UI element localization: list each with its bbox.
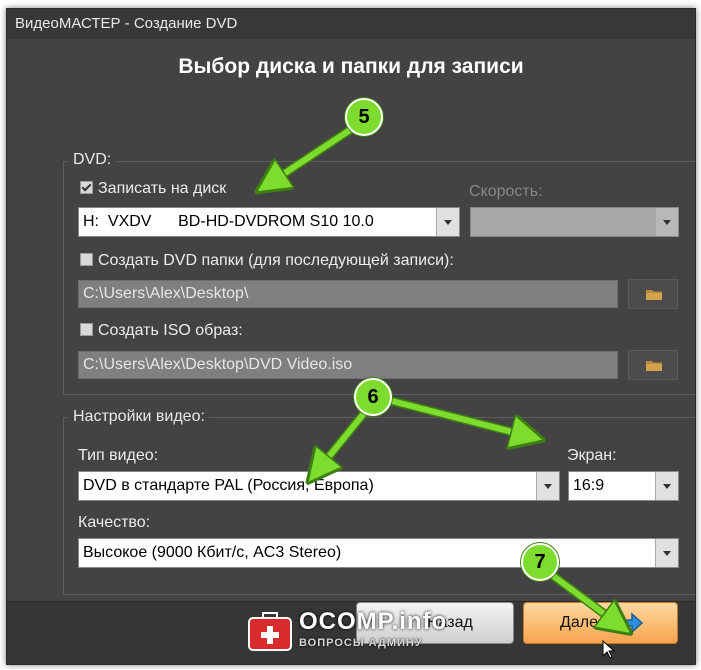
- iso-image-label: Создать ISO образ:: [98, 322, 243, 339]
- quality-value: Высокое (9000 Кбит/с, AC3 Stereo): [83, 544, 342, 561]
- screen-value: 16:9: [573, 477, 605, 494]
- annotation-badge-7: 7: [521, 543, 559, 581]
- chevron-down-icon[interactable]: [655, 472, 678, 500]
- screen-select[interactable]: 16:9: [568, 471, 679, 501]
- medical-cross-icon: [248, 612, 292, 651]
- folder-icon: [646, 290, 662, 300]
- dvd-group-label: DVD:: [69, 151, 116, 169]
- quality-label: Качество:: [78, 514, 151, 531]
- drive-select-value: H: VXDV BD-HD-DVDROM S10 10.0: [83, 213, 374, 230]
- window-title: ВидеоМАСТЕР - Создание DVD: [7, 9, 695, 39]
- next-button-label: Далее: [560, 614, 607, 631]
- arrow-right-icon: [617, 612, 644, 634]
- speed-select[interactable]: [470, 207, 679, 237]
- video-settings-group: [63, 417, 695, 595]
- screen-label: Экран:: [567, 447, 617, 464]
- checkbox-checked-icon[interactable]: [80, 181, 93, 194]
- drive-select[interactable]: H: VXDV BD-HD-DVDROM S10 10.0: [78, 207, 460, 237]
- chevron-down-icon[interactable]: [655, 539, 678, 567]
- dvd-folder-path-value: C:\Users\Alex\Desktop\: [83, 285, 249, 302]
- write-disc-label: Записать на диск: [98, 180, 227, 197]
- speed-label: Скорость:: [469, 183, 543, 200]
- mouse-cursor-icon: [602, 640, 616, 659]
- quality-select[interactable]: Высокое (9000 Кбит/с, AC3 Stereo): [78, 538, 679, 568]
- write-disc-checkbox[interactable]: Записать на диск: [80, 180, 226, 198]
- next-button[interactable]: Далее: [523, 602, 678, 644]
- chevron-down-icon[interactable]: [655, 208, 678, 236]
- iso-path-value: C:\Users\Alex\Desktop\DVD Video.iso: [83, 356, 353, 373]
- ocomp-watermark: OCOMP.info ВОПРОСЫ АДМИНУ: [247, 606, 467, 656]
- dvd-folder-label: Создать DVD папки (для последующей запис…: [98, 252, 454, 269]
- folder-icon: [646, 361, 662, 371]
- annotation-badge-6: 6: [354, 378, 392, 416]
- video-type-select[interactable]: DVD в стандарте PAL (Россия, Европа): [78, 471, 560, 501]
- browse-iso-button[interactable]: [628, 350, 678, 380]
- watermark-title: OCOMP.info: [299, 608, 448, 635]
- dvd-folder-path-field[interactable]: C:\Users\Alex\Desktop\: [78, 280, 618, 308]
- checkbox-unchecked-icon[interactable]: [80, 253, 93, 266]
- browse-dvd-folder-button[interactable]: [628, 279, 678, 309]
- iso-image-checkbox[interactable]: Создать ISO образ:: [80, 322, 243, 340]
- iso-path-field[interactable]: C:\Users\Alex\Desktop\DVD Video.iso: [78, 351, 618, 379]
- dvd-folder-checkbox[interactable]: Создать DVD папки (для последующей запис…: [80, 252, 454, 270]
- video-type-value: DVD в стандарте PAL (Россия, Европа): [83, 477, 374, 494]
- annotation-badge-5: 5: [345, 98, 383, 136]
- chevron-down-icon[interactable]: [436, 208, 459, 236]
- page-heading: Выбор диска и папки для записи: [178, 55, 524, 78]
- chevron-down-icon[interactable]: [536, 472, 559, 500]
- watermark-subtitle: ВОПРОСЫ АДМИНУ: [299, 637, 423, 649]
- checkbox-unchecked-icon[interactable]: [80, 323, 93, 336]
- video-type-label: Тип видео:: [78, 447, 159, 464]
- video-settings-label: Настройки видео:: [69, 408, 209, 426]
